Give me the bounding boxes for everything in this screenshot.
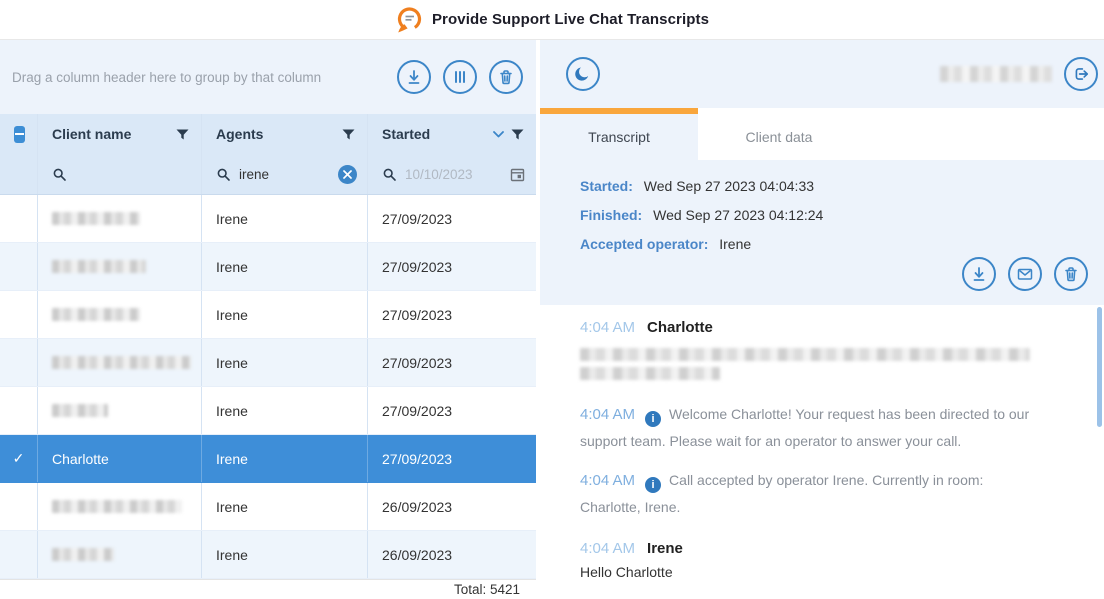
started-filter-input[interactable]: 10/10/2023 bbox=[368, 154, 536, 194]
info-icon: i bbox=[645, 411, 661, 427]
group-by-bar: Drag a column header here to group by th… bbox=[0, 40, 536, 114]
column-header-agents[interactable]: Agents bbox=[202, 114, 368, 154]
search-icon bbox=[52, 167, 67, 182]
logout-button[interactable] bbox=[1064, 57, 1098, 91]
row-selected-check-icon: ✓ bbox=[13, 450, 25, 467]
agents-filter-value: irene bbox=[239, 167, 330, 182]
message-time: 4:04 AM bbox=[580, 319, 635, 336]
trash-icon bbox=[1061, 264, 1081, 284]
system-message: 4:04 AM iCall accepted by operator Irene.… bbox=[580, 467, 1038, 520]
started-filter-placeholder: 10/10/2023 bbox=[405, 167, 501, 182]
redacted-client-name bbox=[52, 260, 146, 273]
redacted-message-text bbox=[580, 348, 1030, 361]
finished-value: Wed Sep 27 2023 04:12:24 bbox=[653, 207, 823, 223]
redacted-account-name bbox=[940, 66, 1052, 82]
agents-filter-input[interactable]: irene bbox=[202, 154, 368, 194]
tab-client-data[interactable]: Client data bbox=[698, 108, 860, 160]
logout-icon bbox=[1070, 63, 1092, 85]
table-row[interactable]: Irene 27/09/2023 bbox=[0, 291, 536, 339]
finished-label: Finished: bbox=[580, 207, 642, 223]
chat-transcript: 4:04 AM Charlotte 4:04 AMiWelcome Charlo… bbox=[540, 305, 1104, 599]
chat-message: 4:04 AM Irene Hello Charlotte bbox=[580, 540, 1038, 580]
system-message: 4:04 AMiWelcome Charlotte! Your request … bbox=[580, 401, 1038, 454]
filter-funnel-icon[interactable] bbox=[342, 129, 355, 140]
dark-mode-button[interactable] bbox=[566, 57, 600, 91]
clear-agents-filter-button[interactable] bbox=[338, 165, 357, 184]
calendar-icon[interactable] bbox=[509, 166, 526, 183]
filter-funnel-icon[interactable] bbox=[511, 129, 524, 140]
live-chat-transcripts-app: Provide Support Live Chat Transcripts Dr… bbox=[0, 0, 1104, 599]
table-row[interactable]: Irene 27/09/2023 bbox=[0, 243, 536, 291]
client-name-filter-input[interactable] bbox=[38, 154, 202, 194]
mail-icon bbox=[1015, 264, 1035, 284]
sort-descending-icon bbox=[493, 131, 504, 138]
download-icon bbox=[404, 67, 424, 87]
started-label: Started: bbox=[580, 178, 633, 194]
message-text: Hello Charlotte bbox=[580, 564, 1038, 580]
transcripts-table: Client name Agents Started bbox=[0, 114, 536, 599]
accepted-operator-label: Accepted operator: bbox=[580, 236, 708, 252]
transcript-pane: Transcript Client data Started: Wed Sep … bbox=[540, 40, 1104, 599]
redacted-client-name bbox=[52, 212, 140, 225]
table-row[interactable]: Irene 27/09/2023 bbox=[0, 339, 536, 387]
system-message-text: Call accepted by operator Irene. Current… bbox=[580, 472, 983, 515]
chat-message: 4:04 AM Charlotte bbox=[580, 319, 1038, 380]
table-filter-row: irene 10/10/2023 bbox=[0, 154, 536, 195]
message-author: Irene bbox=[647, 540, 683, 557]
redacted-client-name bbox=[52, 356, 191, 369]
select-all-checkbox[interactable] bbox=[0, 114, 38, 154]
column-header-client-name[interactable]: Client name bbox=[38, 114, 202, 154]
total-count: Total: 5421 bbox=[454, 582, 520, 597]
message-time: 4:04 AM bbox=[580, 406, 635, 423]
provide-support-logo-icon bbox=[395, 6, 423, 34]
download-icon bbox=[969, 264, 989, 284]
table-row[interactable]: Irene 26/09/2023 bbox=[0, 483, 536, 531]
filter-funnel-icon[interactable] bbox=[176, 129, 189, 140]
message-time: 4:04 AM bbox=[580, 472, 635, 489]
export-grid-button[interactable] bbox=[397, 60, 431, 94]
info-icon: i bbox=[645, 477, 661, 493]
table-row-selected[interactable]: ✓ Charlotte Irene 27/09/2023 bbox=[0, 435, 536, 483]
download-transcript-button[interactable] bbox=[962, 257, 996, 291]
table-header-row: Client name Agents Started bbox=[0, 114, 536, 154]
table-row[interactable]: Irene 27/09/2023 bbox=[0, 195, 536, 243]
accepted-operator-value: Irene bbox=[719, 236, 751, 252]
column-header-started[interactable]: Started bbox=[368, 114, 536, 154]
page-title: Provide Support Live Chat Transcripts bbox=[432, 11, 709, 28]
moon-icon bbox=[572, 63, 594, 85]
message-time: 4:04 AM bbox=[580, 540, 635, 557]
search-icon bbox=[216, 167, 231, 182]
redacted-client-name bbox=[52, 308, 140, 321]
transcript-toolbar bbox=[540, 40, 1104, 108]
email-transcript-button[interactable] bbox=[1008, 257, 1042, 291]
delete-rows-button[interactable] bbox=[489, 60, 523, 94]
redacted-client-name bbox=[52, 500, 182, 513]
group-hint-text: Drag a column header here to group by th… bbox=[12, 70, 385, 85]
table-row[interactable]: Irene 27/09/2023 bbox=[0, 387, 536, 435]
chat-details: Started: Wed Sep 27 2023 04:04:33 Finish… bbox=[540, 160, 1104, 305]
column-chooser-button[interactable] bbox=[443, 60, 477, 94]
chat-scrollbar[interactable] bbox=[1097, 307, 1102, 427]
tab-transcript[interactable]: Transcript bbox=[540, 108, 698, 160]
redacted-client-name bbox=[52, 404, 108, 417]
delete-transcript-button[interactable] bbox=[1054, 257, 1088, 291]
redacted-message-text bbox=[580, 367, 720, 380]
transcripts-grid-pane: Drag a column header here to group by th… bbox=[0, 40, 536, 599]
message-author: Charlotte bbox=[647, 319, 713, 336]
grid-footer: Total: 5421 bbox=[0, 579, 536, 599]
search-icon bbox=[382, 167, 397, 182]
started-value: Wed Sep 27 2023 04:04:33 bbox=[644, 178, 814, 194]
close-icon bbox=[343, 170, 352, 179]
app-header: Provide Support Live Chat Transcripts bbox=[0, 0, 1104, 40]
trash-icon bbox=[496, 67, 516, 87]
redacted-client-name bbox=[52, 548, 114, 561]
columns-icon bbox=[450, 67, 470, 87]
indeterminate-checkbox-icon bbox=[14, 126, 25, 143]
transcript-tabs: Transcript Client data bbox=[540, 108, 1104, 160]
table-row[interactable]: Irene 26/09/2023 bbox=[0, 531, 536, 579]
